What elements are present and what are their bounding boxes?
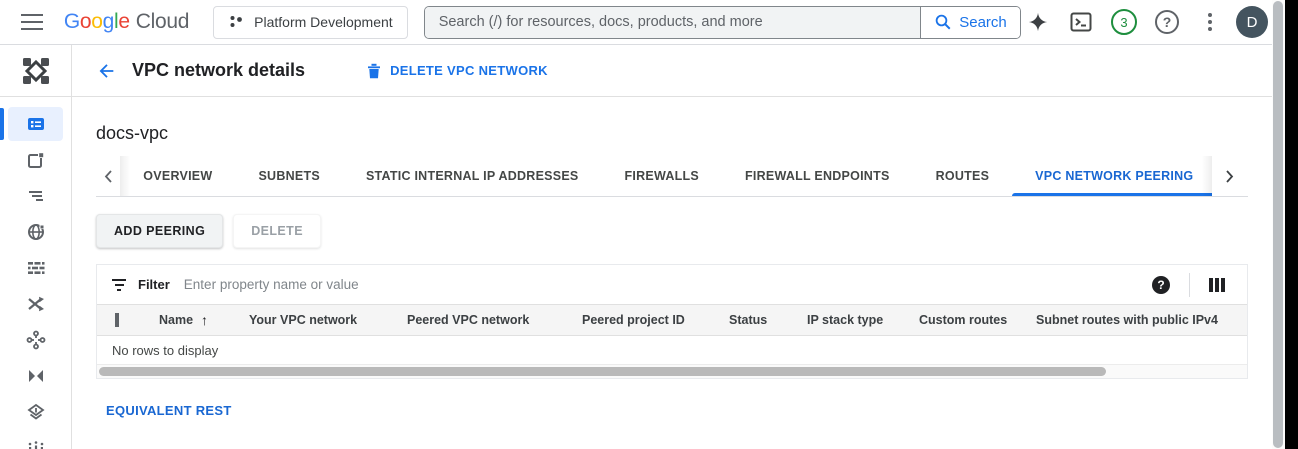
sidebar	[0, 45, 72, 449]
tab-firewalls[interactable]: FIREWALLS	[602, 156, 722, 196]
horizontal-scrollbar	[97, 364, 1247, 378]
byoip-lines-icon	[26, 186, 46, 206]
tab-firewall-endpoints[interactable]: FIREWALL ENDPOINTS	[722, 156, 913, 196]
google-cloud-logo: Google Cloud	[64, 10, 189, 34]
project-icon	[228, 14, 244, 30]
vertical-scrollbar	[1272, 0, 1285, 449]
sidebar-item-ip-addresses[interactable]	[8, 215, 63, 249]
avatar[interactable]: D	[1236, 6, 1268, 38]
sort-ascending-icon[interactable]: ↑	[201, 312, 208, 328]
kebab-dots	[1208, 13, 1212, 31]
google-logo-cloud: Cloud	[136, 10, 189, 34]
content: docs-vpc OVERVIEW SUBNETS STATIC INTERNA…	[72, 97, 1248, 420]
table-header-row: Name ↑ Your VPC network Peered VPC netwo…	[97, 304, 1247, 336]
screen-edge-strip	[1285, 0, 1298, 449]
app-bar: Google Cloud Platform Development Search	[0, 0, 1298, 45]
network-analyzer-icon	[26, 441, 46, 449]
search-input[interactable]	[439, 14, 906, 30]
delete-vpc-network-label: DELETE VPC NETWORK	[390, 63, 548, 78]
tab-overview[interactable]: OVERVIEW	[120, 156, 235, 196]
horizontal-scrollbar-thumb[interactable]	[99, 367, 1106, 376]
ip-addresses-globe-icon	[26, 222, 46, 242]
terminal-icon	[1070, 12, 1092, 32]
shared-vpc-icon	[26, 366, 46, 386]
google-logo-word: Google	[64, 10, 130, 34]
peering-actions: ADD PEERING DELETE	[96, 214, 1248, 248]
column-header-custom-routes[interactable]: Custom routes	[919, 313, 1036, 327]
notifications-badge[interactable]: 3	[1107, 5, 1141, 39]
global-search: Search	[424, 6, 1021, 39]
filter-help-icon[interactable]: ?	[1152, 276, 1170, 294]
trash-icon	[367, 63, 381, 79]
filter-row: Filter ?	[97, 265, 1247, 304]
page-header: VPC network details DELETE VPC NETWORK	[72, 45, 1298, 97]
column-header-name[interactable]: Name ↑	[159, 312, 249, 328]
gemini-sparkle-icon[interactable]	[1021, 5, 1055, 39]
search-button[interactable]: Search	[920, 7, 1020, 38]
sidebar-item-shared-vpc[interactable]	[8, 359, 63, 393]
notification-count: 3	[1111, 9, 1137, 35]
delete-peering-button[interactable]: DELETE	[233, 214, 321, 248]
sidebar-item-vpc-networks[interactable]	[8, 107, 63, 141]
peering-table-card: Filter ? Name ↑ Your VP	[96, 264, 1248, 379]
routes-icon	[26, 294, 46, 314]
sparkle-icon	[1027, 11, 1049, 33]
cloud-shell-icon[interactable]	[1064, 5, 1098, 39]
search-icon	[934, 13, 952, 31]
back-arrow-icon[interactable]	[86, 51, 126, 91]
column-display-options-icon[interactable]	[1209, 278, 1235, 292]
tab-vpc-network-peering[interactable]: VPC NETWORK PEERING	[1012, 156, 1216, 196]
search-input-zone[interactable]	[425, 7, 920, 38]
help-icon[interactable]: ?	[1150, 5, 1184, 39]
project-selector-label: Platform Development	[254, 14, 393, 30]
sidebar-item-byoip[interactable]	[8, 179, 63, 213]
vpc-peering-icon	[26, 330, 46, 350]
sidebar-item-routes[interactable]	[8, 287, 63, 321]
tabs-scroll-left-chevron-icon[interactable]	[96, 156, 120, 196]
firewall-icon	[26, 258, 46, 278]
filter-input[interactable]	[184, 277, 1152, 292]
tab-routes[interactable]: ROUTES	[913, 156, 1013, 196]
filter-divider	[1189, 273, 1190, 297]
tab-static-internal-ip-addresses[interactable]: STATIC INTERNAL IP ADDRESSES	[343, 156, 602, 196]
filter-icon	[112, 279, 126, 291]
tabs-scroll-right-chevron-icon[interactable]	[1212, 156, 1248, 196]
table-empty-message: No rows to display	[97, 336, 1247, 364]
menu-icon[interactable]	[12, 2, 52, 42]
search-button-label: Search	[959, 14, 1007, 31]
sidebar-item-external-ip[interactable]	[8, 143, 63, 177]
vertical-scrollbar-thumb[interactable]	[1273, 1, 1283, 448]
column-header-peered-vpc-network[interactable]: Peered VPC network	[407, 313, 582, 327]
sidebar-item-firewall[interactable]	[8, 251, 63, 285]
column-header-status[interactable]: Status	[729, 313, 807, 327]
equivalent-rest-link[interactable]: EQUIVALENT REST	[106, 403, 232, 418]
project-selector[interactable]: Platform Development	[213, 6, 408, 39]
select-all-checkbox[interactable]	[115, 313, 119, 327]
main-area: VPC network details DELETE VPC NETWORK d…	[72, 45, 1298, 449]
sidebar-item-network-analyzer[interactable]	[8, 431, 63, 449]
column-header-your-vpc-network[interactable]: Your VPC network	[249, 313, 407, 327]
tab-bar: OVERVIEW SUBNETS STATIC INTERNAL IP ADDR…	[96, 156, 1248, 197]
external-ip-icon	[26, 150, 46, 170]
column-header-peered-project-id[interactable]: Peered project ID	[582, 313, 729, 327]
select-all-cell	[115, 313, 159, 327]
serverless-vpc-access-icon	[26, 402, 46, 422]
sidebar-nav	[0, 97, 71, 449]
vpc-network-product-icon	[0, 45, 71, 97]
add-peering-button[interactable]: ADD PEERING	[96, 214, 223, 248]
tab-subnets[interactable]: SUBNETS	[235, 156, 342, 196]
delete-vpc-network-button[interactable]: DELETE VPC NETWORK	[367, 63, 548, 79]
vpc-networks-icon	[26, 114, 46, 134]
column-header-subnet-routes[interactable]: Subnet routes with public IPv4	[1036, 313, 1247, 327]
appbar-actions: 3 ? D	[1021, 5, 1268, 39]
more-vert-icon[interactable]	[1193, 5, 1227, 39]
page-title: VPC network details	[132, 60, 305, 81]
column-header-ip-stack-type[interactable]: IP stack type	[807, 313, 919, 327]
filter-label: Filter	[138, 277, 170, 292]
sidebar-item-vpc-network-peering[interactable]	[8, 323, 63, 357]
vpc-name: docs-vpc	[96, 123, 1248, 144]
help-glyph: ?	[1155, 10, 1179, 34]
sidebar-item-serverless-vpc-access[interactable]	[8, 395, 63, 429]
